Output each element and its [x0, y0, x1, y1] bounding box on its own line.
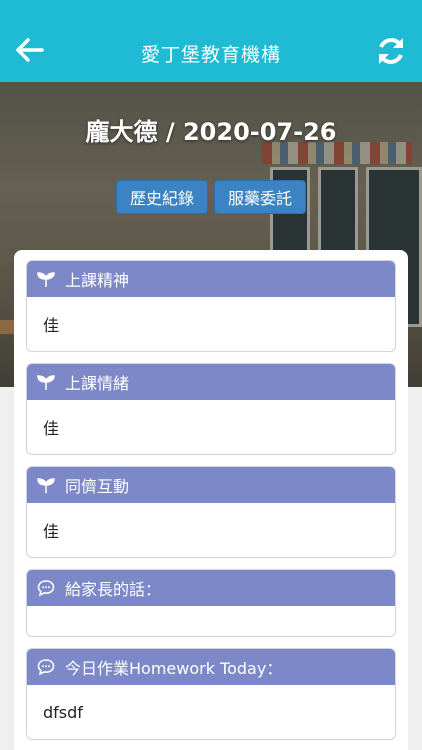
card-title: 上課精神 — [65, 271, 130, 290]
student-date-heading: 龐大德 / 2020-07-26 — [85, 118, 337, 146]
page-title: 愛丁堡教育機構 — [140, 44, 281, 66]
card-title: 給家長的話： — [65, 580, 162, 599]
card-title: 同儕互動 — [65, 477, 130, 496]
top-bar: 愛丁堡教育機構 — [0, 0, 422, 82]
seedling-icon — [37, 375, 55, 390]
card-title: 今日作業Homework Today： — [65, 659, 283, 678]
refresh-icon[interactable] — [374, 34, 408, 68]
comment-icon — [37, 580, 55, 597]
card-homework-today: 今日作業Homework Today： dfsdf — [26, 648, 396, 740]
card-header: 同儕互動 — [27, 467, 395, 503]
card-header: 上課情緒 — [27, 364, 395, 400]
seedling-icon — [37, 272, 55, 287]
card-class-spirit: 上課精神 佳 — [26, 260, 396, 352]
medication-button[interactable]: 服藥委託 — [214, 180, 306, 214]
card-value: 佳 — [43, 419, 60, 438]
card-title: 上課情緒 — [65, 374, 130, 393]
card-header: 今日作業Homework Today： — [27, 649, 395, 685]
card-class-mood: 上課情緒 佳 — [26, 363, 396, 455]
card-value — [27, 606, 395, 636]
card-value: 佳 — [43, 316, 60, 335]
card-header: 上課精神 — [27, 261, 395, 297]
comment-icon — [37, 659, 55, 676]
card-peer-interaction: 同儕互動 佳 — [26, 466, 396, 558]
card-value: dfsdf — [43, 702, 83, 722]
seedling-icon — [37, 478, 55, 493]
history-button[interactable]: 歷史紀錄 — [116, 180, 208, 214]
card-value: 佳 — [43, 522, 60, 541]
card-header: 給家長的話： — [27, 570, 395, 606]
card-message-to-parents: 給家長的話： — [26, 569, 396, 637]
